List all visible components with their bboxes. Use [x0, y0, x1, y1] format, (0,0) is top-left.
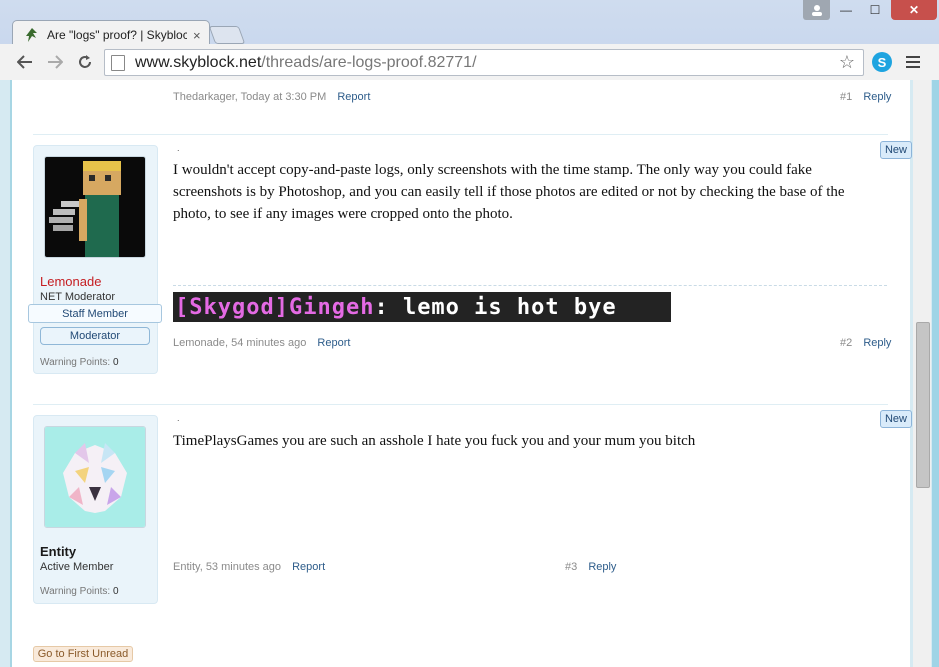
tab-close-icon[interactable]: × — [193, 28, 201, 43]
post3-reply-link[interactable]: Reply — [588, 561, 616, 573]
minimize-button[interactable]: — — [833, 0, 859, 20]
post2-signature-image: [Skygod] Gingeh: lemo is hot bye — [173, 292, 671, 322]
post2-message: I wouldn't accept copy-and-paste logs, o… — [173, 162, 845, 222]
post1-reply-link[interactable]: Reply — [863, 91, 891, 103]
post3-username[interactable]: Entity — [40, 544, 76, 559]
site-favicon-icon — [25, 27, 39, 43]
post2-dot: . — [177, 143, 180, 153]
post3-warning-points: Warning Points: 0 — [40, 586, 119, 597]
address-bar[interactable]: www.skyblock.net/threads/are-logs-proof.… — [104, 49, 864, 76]
post1-author[interactable]: Thedarkager — [173, 91, 235, 103]
post3-report-link[interactable]: Report — [292, 561, 325, 573]
post2-number[interactable]: #2 — [840, 337, 852, 349]
page-icon — [111, 54, 125, 71]
post2-user-title: NET Moderator — [40, 291, 115, 303]
scrollbar-thumb[interactable] — [916, 322, 930, 488]
post2-new-tag: New — [880, 141, 912, 159]
post3-user-title: Active Member — [40, 561, 114, 573]
bookmark-star-icon[interactable]: ☆ — [839, 52, 855, 73]
tab-title: Are "logs" proof? | Skybloc — [47, 28, 187, 42]
post-divider — [33, 404, 888, 405]
post1-meta: Thedarkager, Today at 3:30 PM Report — [173, 91, 370, 103]
post3-number[interactable]: #3 — [565, 561, 577, 573]
post2-staff-badge: Staff Member — [28, 304, 162, 323]
post3-author[interactable]: Entity — [173, 561, 200, 573]
post2-avatar[interactable] — [44, 156, 146, 258]
post2-signature-divider — [173, 285, 887, 286]
reload-icon[interactable] — [72, 50, 98, 74]
new-tab-button[interactable] — [208, 26, 246, 44]
post-divider — [33, 134, 888, 135]
user-profile-icon[interactable] — [803, 0, 830, 20]
post3-meta: Entity, 53 minutes ago Report — [173, 561, 325, 573]
post3-message: TimePlaysGames you are such an asshole I… — [173, 433, 696, 449]
maximize-button[interactable]: ☐ — [861, 0, 889, 20]
post2-warning-points: Warning Points: 0 — [40, 357, 119, 368]
back-icon[interactable] — [12, 50, 38, 74]
post3-time: , 53 minutes ago — [199, 561, 282, 573]
post2-moderator-badge: Moderator — [40, 327, 150, 345]
post2-report-link[interactable]: Report — [317, 337, 350, 349]
post3-dot: . — [177, 413, 180, 423]
close-window-button[interactable]: ✕ — [891, 0, 937, 20]
post2-actions: #2 Reply — [840, 337, 891, 349]
skype-extension-icon[interactable]: S — [872, 52, 892, 72]
post3-new-tag: New — [880, 410, 912, 428]
post2-reply-link[interactable]: Reply — [863, 337, 891, 349]
post2-author[interactable]: Lemonade — [173, 337, 225, 349]
menu-icon[interactable] — [904, 52, 922, 72]
window-edge — [932, 80, 939, 667]
post1-time: , Today at 3:30 PM — [234, 91, 327, 103]
entity-avatar-image — [45, 427, 145, 527]
post1-actions: #1 Reply — [840, 91, 891, 103]
forward-icon[interactable] — [42, 50, 68, 74]
lemonade-avatar-image — [45, 157, 145, 257]
browser-toolbar: www.skyblock.net/threads/are-logs-proof.… — [0, 44, 939, 81]
url-text: www.skyblock.net/threads/are-logs-proof.… — [135, 53, 477, 71]
post2-username[interactable]: Lemonade — [40, 274, 101, 289]
post2-time: , 54 minutes ago — [225, 337, 307, 349]
post3-actions: #3 Reply — [565, 561, 616, 573]
post2-meta: Lemonade, 54 minutes ago Report — [173, 337, 350, 349]
post3-avatar[interactable] — [44, 426, 146, 528]
browser-chrome: — ☐ ✕ Are "logs" proof? | Skybloc × www.… — [0, 0, 939, 81]
post1-report-link[interactable]: Report — [337, 91, 370, 103]
title-bar: — ☐ ✕ — [0, 0, 939, 20]
go-to-first-unread-button[interactable]: Go to First Unread — [33, 646, 133, 662]
post1-number[interactable]: #1 — [840, 91, 852, 103]
